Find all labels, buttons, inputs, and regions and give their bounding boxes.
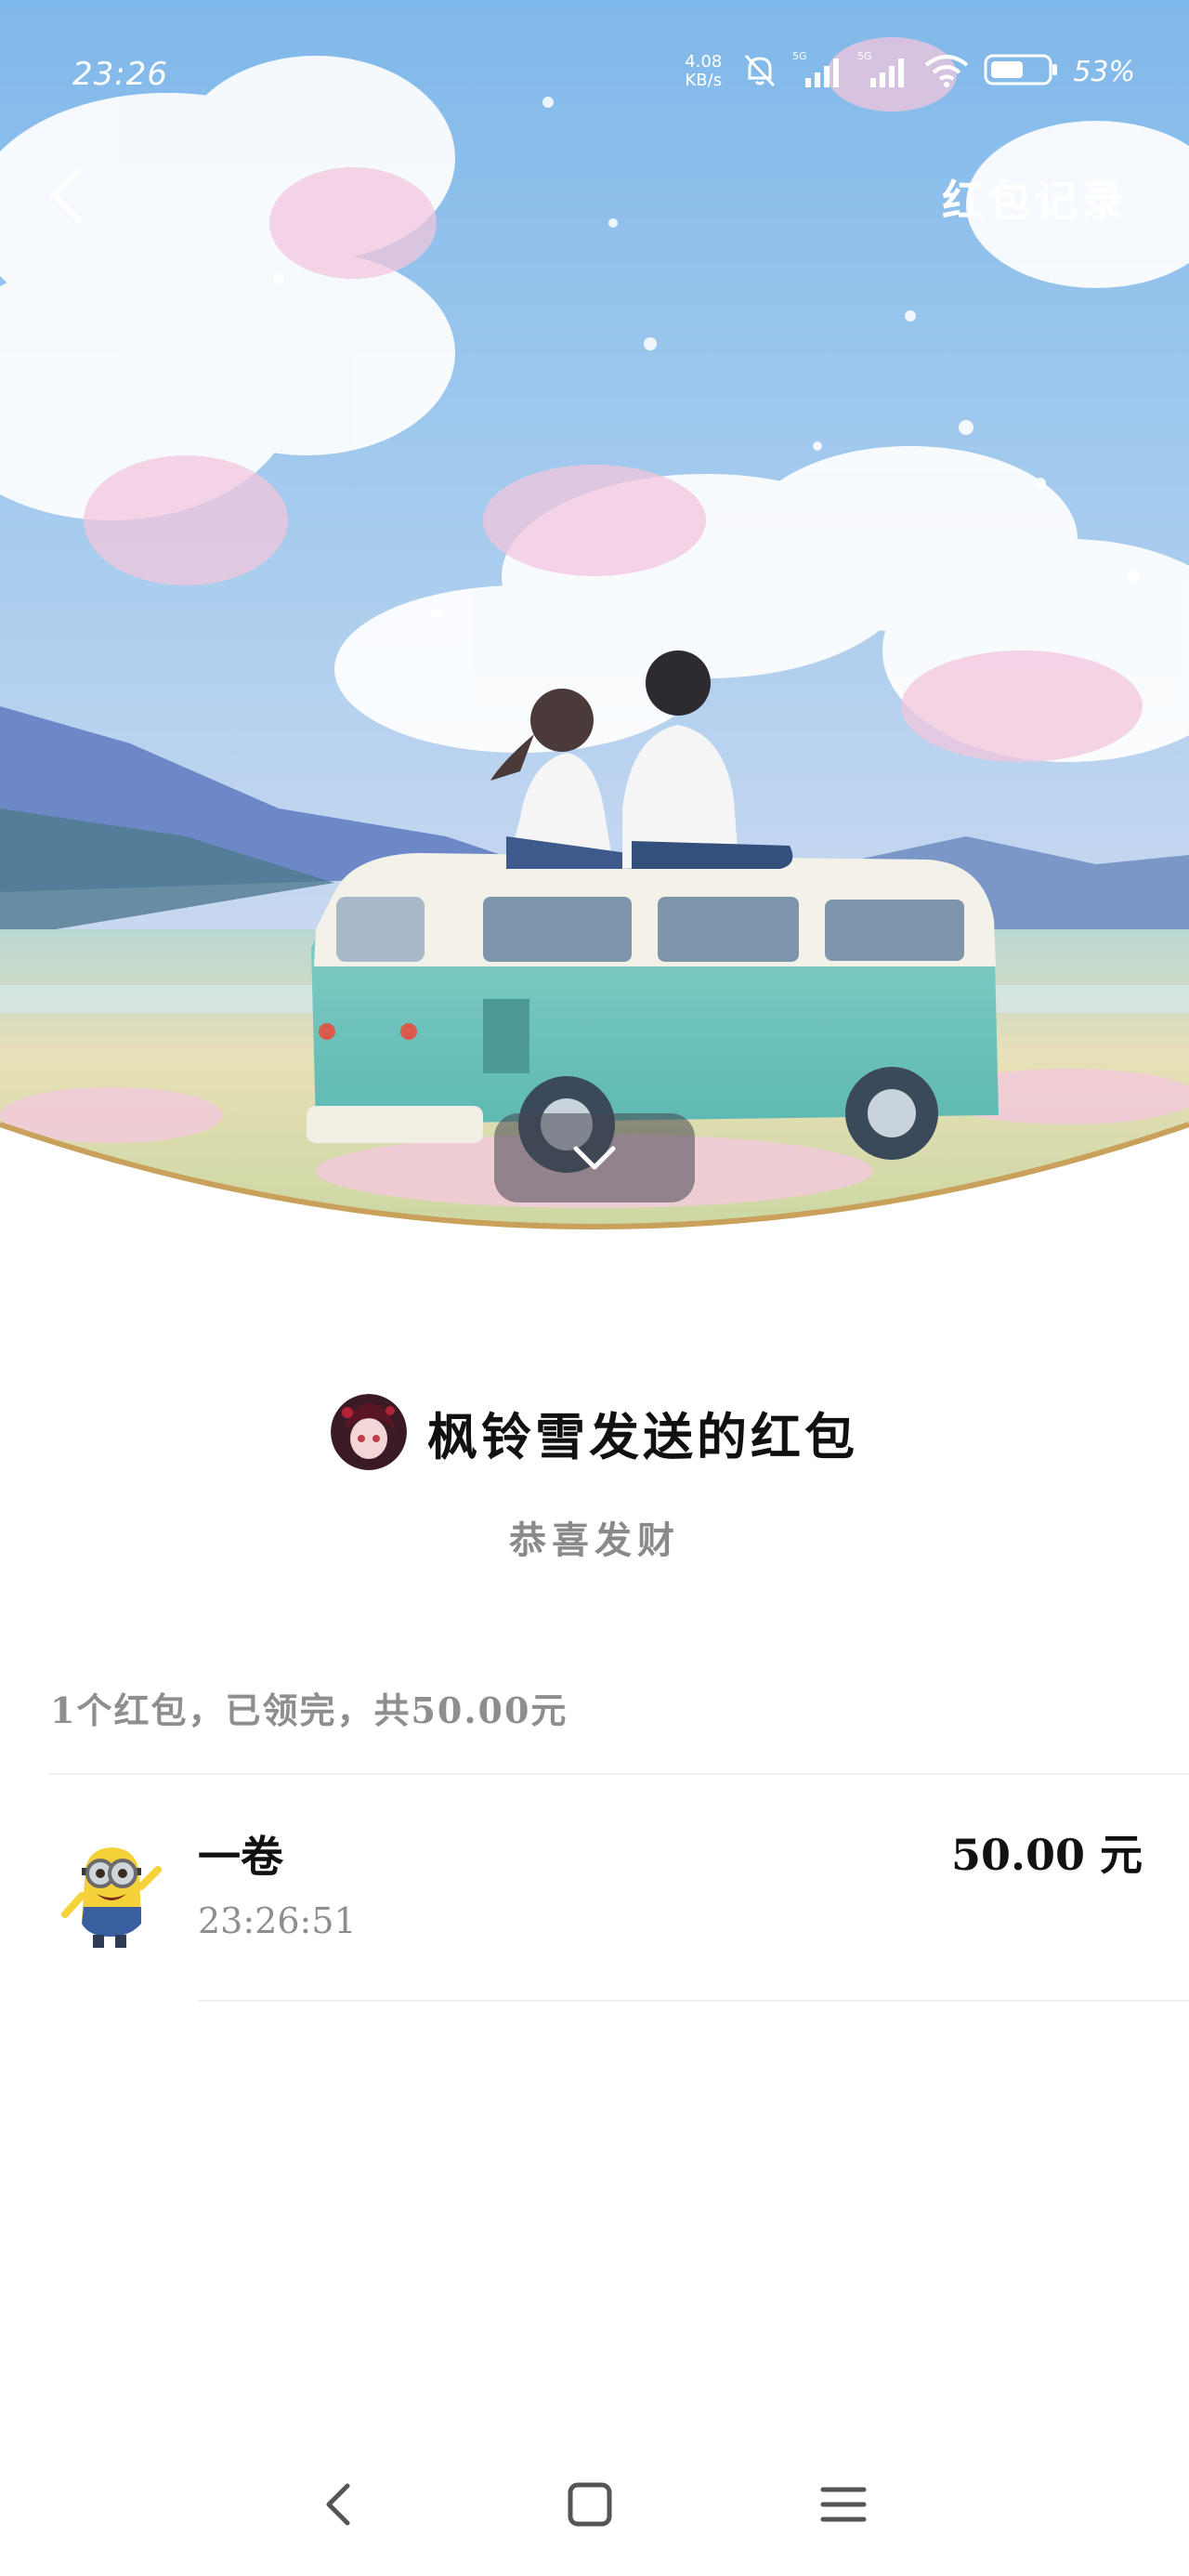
nav-home-button[interactable]: [553, 2453, 627, 2556]
claim-time: 23:26:51: [198, 1900, 357, 1941]
nav-back-button[interactable]: [302, 2453, 376, 2556]
greeting-text: 恭喜发财: [509, 1518, 680, 1562]
status-time: 23:26: [72, 56, 168, 93]
bell-muted-icon: [740, 50, 779, 93]
network-speed-unit: KB/s: [685, 71, 723, 90]
svg-text:5G: 5G: [792, 50, 807, 62]
nav-menu-button[interactable]: [806, 2453, 881, 2556]
wifi-icon: [922, 50, 971, 93]
chevron-down-icon: [573, 1146, 616, 1170]
svg-text:5G: 5G: [857, 50, 872, 62]
nav-back-icon: [326, 2483, 350, 2526]
network-speed: 4.08 KB/s: [679, 53, 727, 90]
system-nav-bar: [0, 2453, 1189, 2556]
nav-menu-icon: [820, 2487, 867, 2522]
sender-row: 枫铃雪发送的红包: [0, 1394, 1189, 1470]
claim-amount: 50.00 元: [950, 1830, 1143, 1880]
battery-icon: [984, 50, 1060, 93]
signal-5g-icon: 5G: [857, 50, 909, 93]
divider: [198, 2000, 1189, 2002]
packet-summary: 1个红包，已领完，共50.00元: [50, 1689, 568, 1731]
battery-percent: 53%: [1073, 55, 1135, 88]
network-speed-value: 4.08: [685, 52, 723, 72]
signal-5g-icon: 5G: [792, 50, 844, 93]
status-bar: 23:26 4.08 KB/s 5G 5G 53%: [0, 37, 1189, 121]
red-packet-record-link[interactable]: 红包记录: [942, 167, 1128, 229]
claim-row[interactable]: 一卷 23:26:51 50.00 元: [0, 1775, 1189, 2002]
sender-avatar[interactable]: [331, 1394, 407, 1470]
chevron-left-icon: [51, 168, 81, 222]
nav-home-icon: [568, 2482, 612, 2527]
status-icons: 4.08 KB/s 5G 5G 53%: [679, 50, 1135, 93]
sender-title: 枫铃雪发送的红包: [427, 1406, 858, 1466]
collapse-button[interactable]: [494, 1113, 695, 1203]
back-button[interactable]: [37, 158, 102, 232]
claimer-name: 一卷: [198, 1832, 283, 1882]
red-packet-detail-page: 23:26 4.08 KB/s 5G 5G 53% 红包记录 枫铃雪发送的红包 …: [0, 0, 1189, 2576]
claimer-avatar[interactable]: [48, 1831, 169, 1952]
